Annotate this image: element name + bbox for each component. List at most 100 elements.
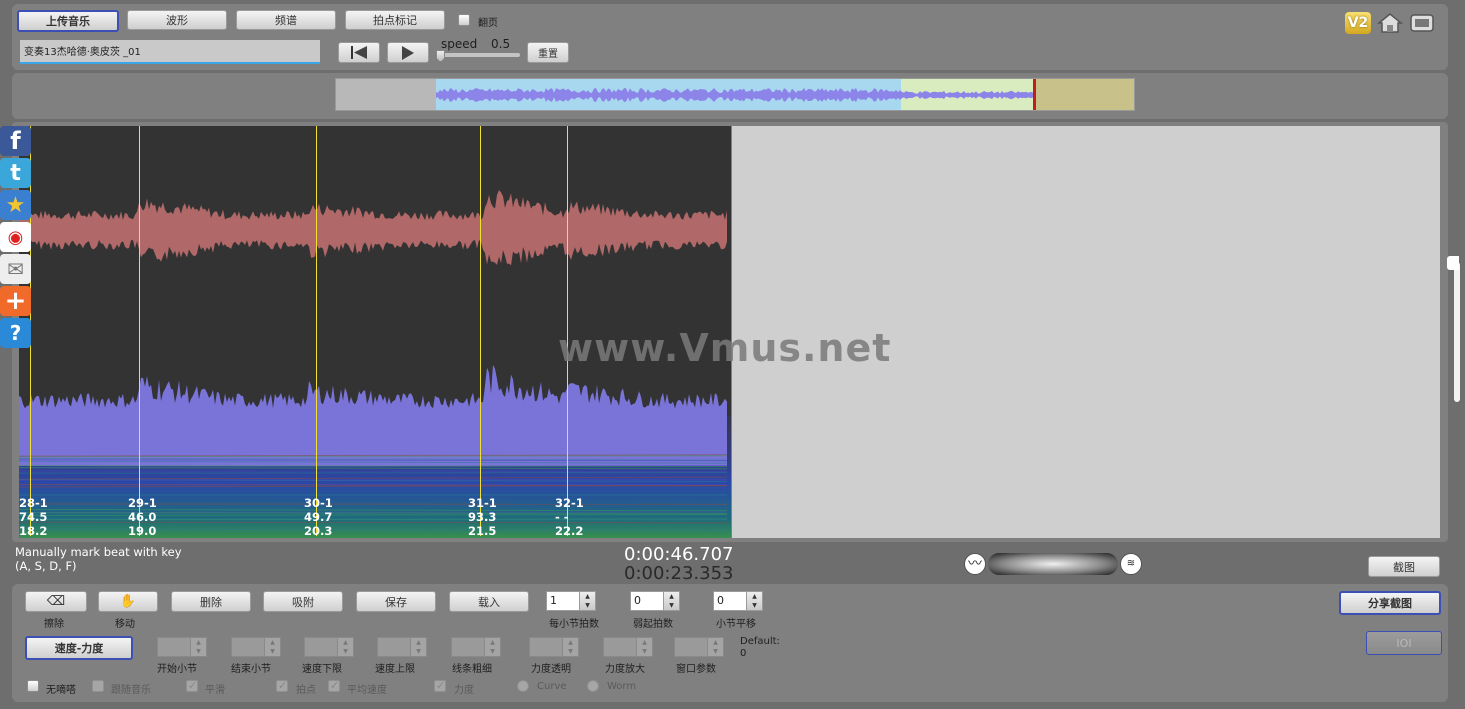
volume-slider[interactable] xyxy=(988,553,1118,575)
default-label: Default: xyxy=(740,636,780,647)
beats-per-bar-stepper[interactable]: 1 ▲ ▼ xyxy=(546,591,596,611)
star-icon[interactable]: ★ xyxy=(0,190,31,220)
move-label: 移动 xyxy=(115,619,135,630)
beat-line[interactable] xyxy=(316,126,317,536)
no-ticks-checkbox[interactable] xyxy=(27,680,39,692)
avg-tempo-checkbox[interactable] xyxy=(328,679,340,692)
watermark: www.Vmus.net xyxy=(558,326,892,370)
weibo-icon[interactable]: ◉ xyxy=(0,222,31,252)
waveform-small-icon: 〰 xyxy=(964,553,986,575)
beat-line[interactable] xyxy=(480,126,481,536)
pickup-beats-value[interactable]: 0 xyxy=(630,591,664,611)
ioi-button[interactable]: IOI xyxy=(1366,631,1442,655)
dynamics-checkbox[interactable] xyxy=(434,679,446,692)
speed-label: speed xyxy=(441,37,478,51)
page-turn-checkbox[interactable] xyxy=(458,14,470,26)
tempo-min-stepper[interactable]: ▲ ▼ xyxy=(304,637,354,657)
v2-icon[interactable]: V2 xyxy=(1345,12,1371,34)
no-ticks-label: 无嘀嗒 xyxy=(46,685,76,696)
measure-label: 32-1 - - 22.2 xyxy=(555,496,584,538)
upload-music-button[interactable]: 上传音乐 xyxy=(17,10,119,32)
screenshot-button[interactable]: 截图 xyxy=(1368,556,1440,577)
measure-label: 31-1 93.3 21.5 xyxy=(468,496,497,538)
skip-back-icon xyxy=(351,46,367,59)
smooth-label: 平滑 xyxy=(205,685,225,696)
play-icon xyxy=(402,45,414,60)
measure-label: 28-1 74.5 18.2 xyxy=(19,496,48,538)
move-icon: ✋ xyxy=(119,594,137,609)
stepper-arrows[interactable]: ▲ ▼ xyxy=(747,591,763,611)
follow-music-checkbox[interactable] xyxy=(92,680,104,692)
time-current: 0:00:23.353 xyxy=(624,563,734,584)
speed-value: 0.5 xyxy=(491,37,511,51)
hint-text-line1: Manually mark beat with key xyxy=(15,545,182,559)
measure-label: 29-1 46.0 19.0 xyxy=(128,496,157,538)
end-bar-stepper[interactable]: ▲ ▼ xyxy=(231,637,281,657)
bar-shift-stepper[interactable]: 0 ▲ ▼ xyxy=(713,591,763,611)
curve-radio[interactable] xyxy=(517,680,529,692)
window-param-stepper[interactable]: ▲ ▼ xyxy=(674,637,724,657)
start-bar-stepper[interactable]: ▲ ▼ xyxy=(157,637,207,657)
help-icon[interactable]: ? xyxy=(0,318,31,348)
spectrum-tab[interactable]: 频谱 xyxy=(236,10,336,30)
share-screenshot-button[interactable]: 分享截图 xyxy=(1339,591,1441,615)
dynamics-scale-stepper[interactable]: ▲ ▼ xyxy=(603,637,653,657)
twitter-icon[interactable]: t xyxy=(0,158,31,188)
volume-control[interactable]: 〰 ≋ xyxy=(964,552,1142,576)
vertical-scrollbar[interactable] xyxy=(1454,262,1460,402)
save-button[interactable]: 保存 xyxy=(356,591,436,612)
snap-button[interactable]: 吸附 xyxy=(263,591,343,612)
pickup-beats-stepper[interactable]: 0 ▲ ▼ xyxy=(630,591,680,611)
add-share-icon[interactable]: + xyxy=(0,286,31,316)
beats-per-bar-value[interactable]: 1 xyxy=(546,591,580,611)
start-bar-label: 开始小节 xyxy=(157,664,197,675)
dynamics-scale-label: 力度放大 xyxy=(605,664,645,675)
bottom-channel-waveform xyxy=(19,365,727,466)
dynamics-label: 力度 xyxy=(454,685,474,696)
file-name-text: 变奏13杰哈德·奥皮茨 _01 xyxy=(24,47,141,58)
line-width-stepper[interactable]: ▲ ▼ xyxy=(451,637,501,657)
tempo-max-label: 速度上限 xyxy=(375,664,415,675)
beats-label: 拍点 xyxy=(296,685,316,696)
file-name-field[interactable]: 变奏13杰哈德·奥皮茨 _01 xyxy=(20,40,320,64)
measure-label: 30-1 49.7 20.3 xyxy=(304,496,333,538)
waveform-dense-icon: ≋ xyxy=(1120,553,1142,575)
worm-label: Worm xyxy=(607,681,637,692)
stepper-arrows[interactable]: ▲ ▼ xyxy=(580,591,596,611)
bar-shift-value[interactable]: 0 xyxy=(713,591,747,611)
eraser-icon: ⌫ xyxy=(46,594,66,609)
dynamics-opacity-label: 力度透明 xyxy=(531,664,571,675)
beat-line[interactable] xyxy=(139,126,140,536)
curve-label: Curve xyxy=(537,681,567,692)
beats-checkbox[interactable] xyxy=(276,679,288,692)
facebook-icon[interactable]: f xyxy=(0,126,31,156)
tempo-dynamics-button[interactable]: 速度-力度 xyxy=(25,636,133,660)
delete-button[interactable]: 删除 xyxy=(171,591,251,612)
follow-music-label: 跟随音乐 xyxy=(111,685,151,696)
tempo-min-label: 速度下限 xyxy=(302,664,342,675)
stepper-arrows[interactable]: ▲ ▼ xyxy=(664,591,680,611)
speed-slider[interactable] xyxy=(440,53,520,57)
time-total: 0:00:46.707 xyxy=(624,544,734,565)
beat-mark-tab[interactable]: 拍点标记 xyxy=(345,10,445,30)
load-button[interactable]: 载入 xyxy=(449,591,529,612)
worm-radio[interactable] xyxy=(587,680,599,692)
move-button[interactable]: ✋ xyxy=(98,591,158,612)
window-param-label: 窗口参数 xyxy=(676,664,716,675)
overview-playhead[interactable] xyxy=(1033,79,1036,110)
tempo-max-stepper[interactable]: ▲ ▼ xyxy=(377,637,427,657)
waveform-tab[interactable]: 波形 xyxy=(127,10,227,30)
line-width-label: 线条粗细 xyxy=(452,664,492,675)
home-icon[interactable] xyxy=(1376,12,1404,34)
rewind-button[interactable] xyxy=(338,42,380,63)
reset-button[interactable]: 重置 xyxy=(527,42,569,63)
overview-timeline[interactable] xyxy=(335,78,1135,111)
erase-button[interactable]: ⌫ xyxy=(25,591,87,612)
mail-icon[interactable]: ✉ xyxy=(0,254,31,284)
fullscreen-icon[interactable] xyxy=(1409,12,1435,34)
dynamics-opacity-stepper[interactable]: ▲ ▼ xyxy=(529,637,579,657)
smooth-checkbox[interactable] xyxy=(186,679,198,692)
scroll-handle[interactable] xyxy=(1447,256,1459,270)
hint-text-line2: (A, S, D, F) xyxy=(15,559,77,573)
play-button[interactable] xyxy=(387,42,429,63)
